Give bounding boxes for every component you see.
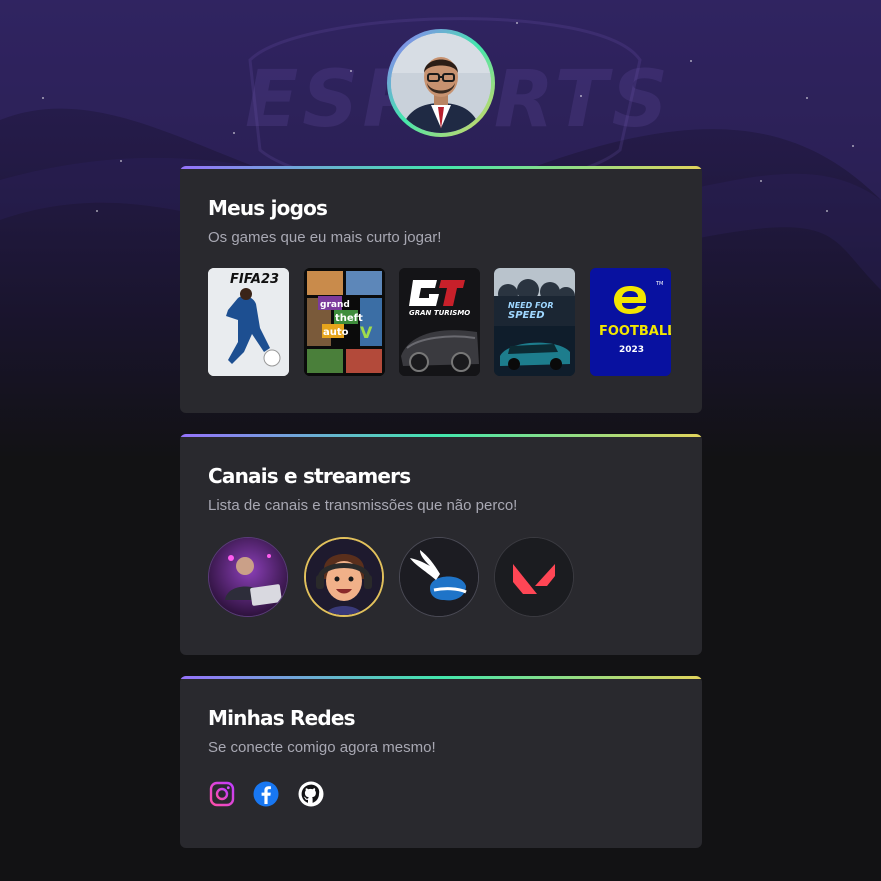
channel-valorant[interactable] <box>494 537 574 617</box>
social-card-title: Minhas Redes <box>208 706 356 730</box>
social-card-subtitle: Se conecte comigo agora mesmo! <box>208 739 436 756</box>
valorant-logo-icon <box>495 538 573 616</box>
svg-text:theft: theft <box>335 313 363 324</box>
game-fifa23[interactable]: FIFA23 <box>208 268 289 376</box>
game-gran-turismo[interactable]: GRAN TURISMO <box>399 268 480 376</box>
winged-cap-icon <box>400 538 478 616</box>
facebook-link[interactable] <box>252 780 280 808</box>
svg-text:SPEED: SPEED <box>508 310 545 321</box>
game-need-for-speed[interactable]: NEED FOR SPEED <box>494 268 575 376</box>
github-icon <box>298 781 324 807</box>
instagram-link[interactable] <box>208 780 236 808</box>
channels-card-subtitle: Lista de canais e transmissões que não p… <box>208 497 518 514</box>
svg-text:grand: grand <box>320 300 350 310</box>
game-efootball-2023[interactable]: TM FOOTBALL 2023 <box>590 268 671 376</box>
fifa23-cover: FIFA23 <box>208 268 289 376</box>
svg-text:TM: TM <box>655 281 663 287</box>
instagram-icon <box>209 781 235 807</box>
games-card-title: Meus jogos <box>208 196 328 220</box>
channel-streamer-2[interactable] <box>304 537 384 617</box>
games-card: Meus jogos Os games que eu mais curto jo… <box>180 166 702 413</box>
channels-card: Canais e streamers Lista de canais e tra… <box>180 434 702 655</box>
gran-turismo-cover: GRAN TURISMO <box>399 268 480 376</box>
github-link[interactable] <box>297 780 325 808</box>
channel-streamer-3[interactable] <box>399 537 479 617</box>
efootball-cover-year: 2023 <box>619 345 644 355</box>
channels-card-title: Canais e streamers <box>208 464 411 488</box>
channel-streamer-1[interactable] <box>208 537 288 617</box>
gran-turismo-cover-text: GRAN TURISMO <box>409 309 470 317</box>
game-gta-v[interactable]: grand theft auto V <box>304 268 385 376</box>
fifa23-cover-text: FIFA23 <box>230 272 279 287</box>
profile-photo <box>391 33 491 133</box>
facebook-icon <box>253 781 279 807</box>
efootball-cover: TM FOOTBALL 2023 <box>590 268 671 376</box>
gta-v-cover: grand theft auto V <box>304 268 385 376</box>
profile-avatar[interactable] <box>387 29 495 137</box>
social-card: Minhas Redes Se conecte comigo agora mes… <box>180 676 702 848</box>
svg-text:V: V <box>360 323 373 342</box>
efootball-cover-text: FOOTBALL <box>599 324 671 339</box>
streamer-2-avatar-icon <box>306 539 382 615</box>
person-photo-icon <box>391 33 491 133</box>
need-for-speed-cover: NEED FOR SPEED <box>494 268 575 376</box>
svg-text:NEED FOR: NEED FOR <box>508 301 553 310</box>
streamer-1-avatar-icon <box>209 538 287 616</box>
games-card-subtitle: Os games que eu mais curto jogar! <box>208 229 442 246</box>
svg-text:auto: auto <box>323 327 349 338</box>
